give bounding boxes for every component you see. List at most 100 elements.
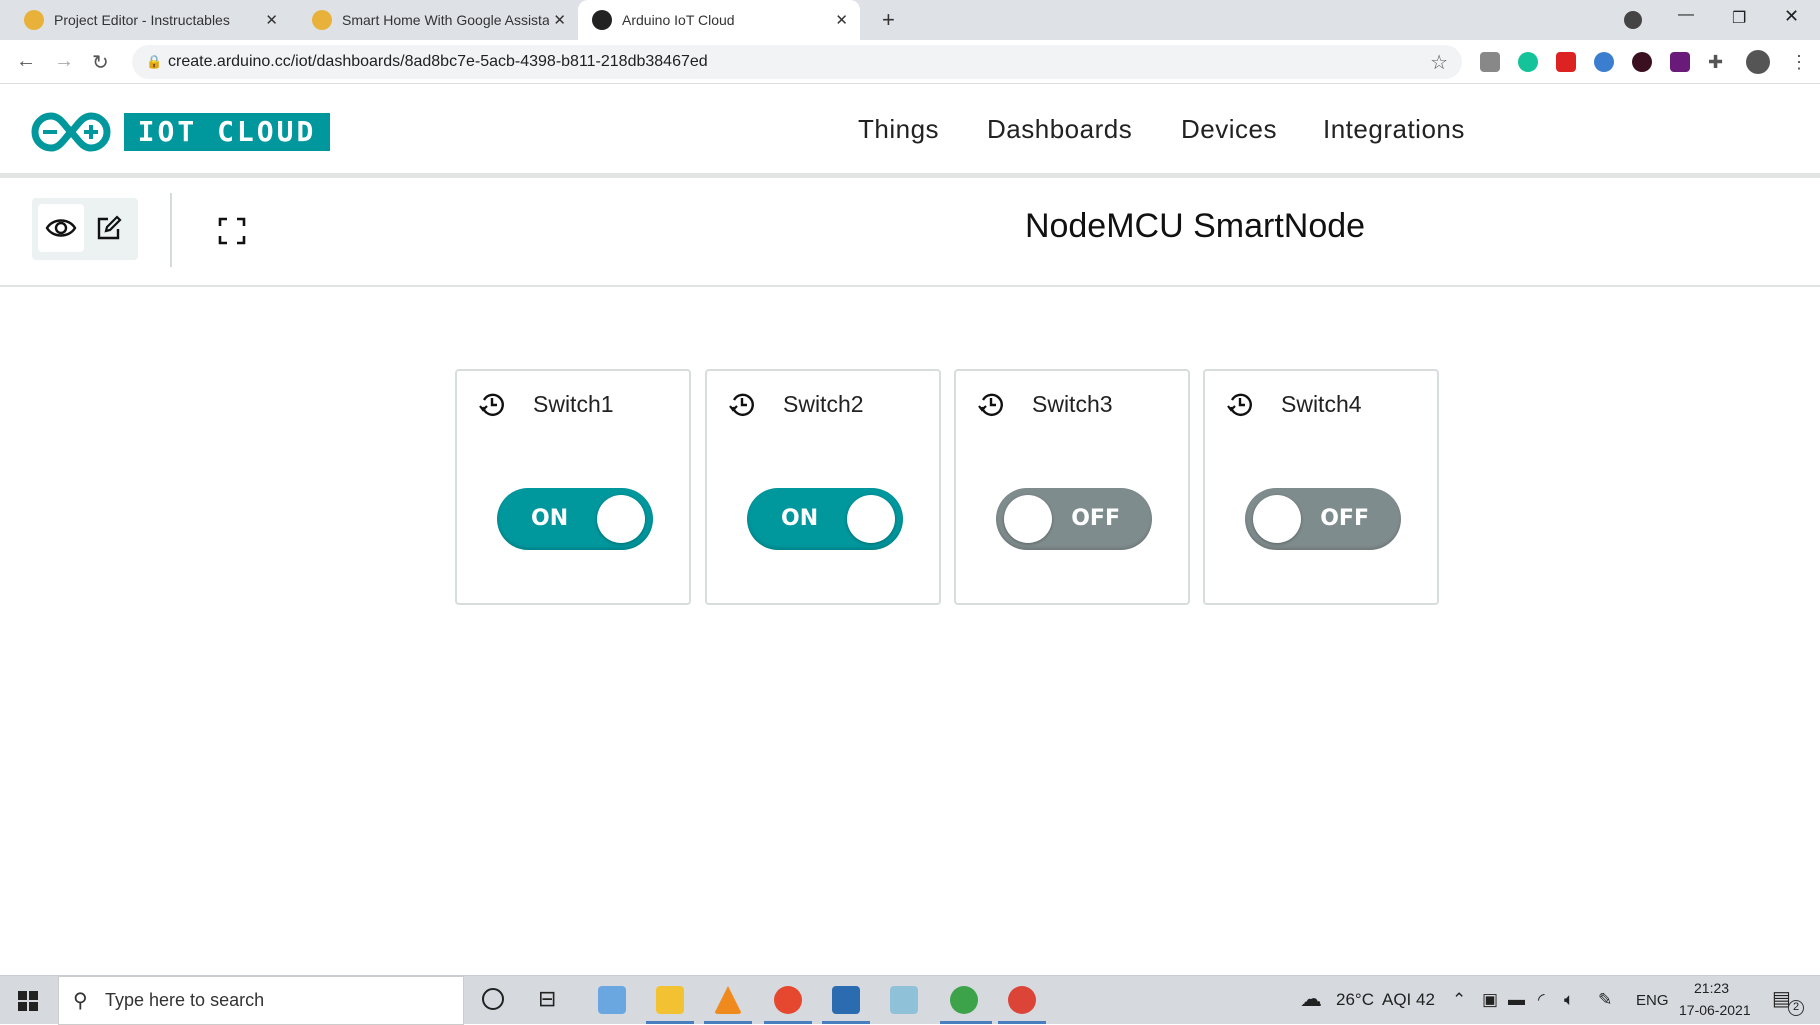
pencil-edit-icon — [97, 215, 122, 240]
app-header: IOT CLOUD Things Dashboards Devices Inte… — [0, 84, 1820, 178]
toggle-knob[interactable] — [1004, 495, 1052, 543]
tab-project-editor[interactable]: Project Editor - Instructables ✕ — [10, 0, 290, 40]
wifi-icon[interactable]: ◜ — [1538, 990, 1545, 1010]
history-icon[interactable] — [978, 391, 1004, 417]
browser-tab-bar: Project Editor - Instructables ✕ Smart H… — [0, 0, 1820, 40]
back-icon[interactable]: ← — [16, 50, 36, 73]
laptop-app-icon[interactable] — [598, 986, 626, 1014]
windows-start-icon[interactable] — [18, 991, 38, 1011]
toggle-knob[interactable] — [597, 495, 645, 543]
history-icon[interactable] — [479, 391, 505, 417]
volume-icon[interactable]: 🔈︎ — [1564, 990, 1574, 1010]
url-text: create.arduino.cc/iot/dashboards/8ad8bc7… — [168, 53, 708, 70]
tab-smart-home[interactable]: Smart Home With Google Assista ✕ — [298, 0, 578, 40]
switch-widget: Switch3 OFF — [954, 369, 1190, 605]
dashboard-toolbar: NodeMCU SmartNode — [0, 183, 1820, 287]
k-extension-icon[interactable] — [1632, 52, 1652, 72]
pen-icon[interactable]: ✎ — [1598, 990, 1612, 1010]
extension-icon[interactable] — [1480, 52, 1500, 72]
switch-widget: Switch2 ON — [705, 369, 941, 605]
reload-icon[interactable]: ↻ — [92, 50, 109, 75]
language-indicator[interactable]: ENG — [1636, 992, 1669, 1009]
close-icon[interactable]: ✕ — [265, 11, 278, 29]
close-icon[interactable]: ✕ — [549, 11, 566, 29]
forward-icon[interactable]: → — [54, 50, 74, 73]
notification-count: 2 — [1788, 1000, 1804, 1016]
edit-mode-button[interactable] — [86, 204, 132, 252]
profile-menu-icon[interactable] — [1624, 11, 1642, 29]
view-mode-button[interactable] — [38, 204, 84, 252]
weather-icon[interactable]: ☁ — [1300, 986, 1322, 1012]
chrome-icon[interactable] — [774, 986, 802, 1014]
widget-label: Switch1 — [533, 391, 614, 417]
tab-arduino-iot-cloud[interactable]: Arduino IoT Cloud ✕ — [578, 0, 860, 40]
menu-icon[interactable]: ⋮ — [1790, 52, 1810, 72]
nav-dashboards[interactable]: Dashboards — [987, 114, 1132, 145]
toggle-knob[interactable] — [847, 495, 895, 543]
address-bar-row: ← → ↻ 🔒 create.arduino.cc/iot/dashboards… — [0, 40, 1820, 84]
switch-toggle[interactable]: OFF — [996, 488, 1152, 550]
divider — [170, 193, 172, 267]
url-input[interactable]: 🔒 create.arduino.cc/iot/dashboards/8ad8b… — [132, 45, 1462, 79]
bookmark-star-icon[interactable]: ☆ — [1430, 50, 1448, 75]
widget-label: Switch4 — [1281, 391, 1362, 417]
toggle-state: ON — [531, 506, 569, 531]
globe-extension-icon[interactable] — [1594, 52, 1614, 72]
close-window-button[interactable]: ✕ — [1784, 6, 1799, 27]
chevron-up-icon[interactable]: ⌃ — [1452, 990, 1466, 1010]
switch-widget: Switch4 OFF — [1203, 369, 1439, 605]
taskbar-search-input[interactable]: ⚲ Type here to search — [58, 976, 464, 1025]
new-tab-button[interactable]: + — [868, 0, 909, 40]
switch-toggle[interactable]: ON — [497, 488, 653, 550]
search-placeholder: Type here to search — [105, 990, 265, 1010]
history-icon[interactable] — [729, 391, 755, 417]
mode-toggle-group — [32, 198, 138, 260]
nav-devices[interactable]: Devices — [1181, 114, 1277, 145]
toggle-state: ON — [781, 506, 819, 531]
restore-button[interactable]: ❐ — [1732, 8, 1746, 28]
instructables-icon — [312, 10, 332, 30]
switch-toggle[interactable]: ON — [747, 488, 903, 550]
grammarly-icon[interactable] — [1518, 52, 1538, 72]
arduino-icon — [592, 10, 612, 30]
widget-label: Switch3 — [1032, 391, 1113, 417]
flash-icon[interactable] — [1556, 52, 1576, 72]
search-icon: ⚲ — [73, 990, 88, 1012]
history-icon[interactable] — [1227, 391, 1253, 417]
instructables-icon — [24, 10, 44, 30]
toggle-knob[interactable] — [1253, 495, 1301, 543]
switch-toggle[interactable]: OFF — [1245, 488, 1401, 550]
camera-icon[interactable]: ▣ — [1482, 990, 1498, 1010]
photos-icon[interactable] — [832, 986, 860, 1014]
battery-icon[interactable]: ▬ — [1508, 990, 1525, 1010]
iot-cloud-logo[interactable]: IOT CLOUD — [124, 113, 330, 151]
close-icon[interactable]: ✕ — [835, 11, 848, 29]
nav-things[interactable]: Things — [858, 114, 939, 145]
cortana-icon[interactable] — [482, 988, 504, 1010]
avatar[interactable] — [1746, 50, 1770, 74]
chrome-icon[interactable] — [950, 986, 978, 1014]
file-explorer-icon[interactable] — [656, 986, 684, 1014]
fullscreen-icon[interactable] — [218, 217, 246, 245]
task-view-icon[interactable]: ⊟ — [538, 986, 556, 1012]
vlc-icon[interactable] — [714, 986, 742, 1014]
dashboard-title: NodeMCU SmartNode — [1024, 207, 1366, 245]
toggle-state: OFF — [1320, 506, 1369, 531]
tab-title: Project Editor - Instructables — [54, 12, 230, 28]
nav-integrations[interactable]: Integrations — [1323, 114, 1465, 145]
clock-time[interactable]: 21:23 — [1694, 980, 1729, 996]
chrome-icon[interactable] — [1008, 986, 1036, 1014]
lock-icon: 🔒 — [146, 54, 163, 69]
aqi-text[interactable]: AQI 42 — [1382, 990, 1435, 1010]
widget-label: Switch2 — [783, 391, 864, 417]
minimize-button[interactable]: — — [1678, 6, 1694, 24]
weather-temp[interactable]: 26°C — [1336, 990, 1374, 1010]
switch-widget: Switch1 ON — [455, 369, 691, 605]
eye-icon — [45, 219, 77, 237]
app-icon[interactable] — [890, 986, 918, 1014]
clock-date[interactable]: 17-06-2021 — [1679, 1002, 1751, 1018]
puzzle-icon[interactable]: ✚ — [1708, 52, 1728, 72]
extension-icon[interactable] — [1670, 52, 1690, 72]
arduino-logo-icon[interactable] — [30, 111, 112, 153]
tab-title: Smart Home With Google Assista — [342, 12, 550, 28]
